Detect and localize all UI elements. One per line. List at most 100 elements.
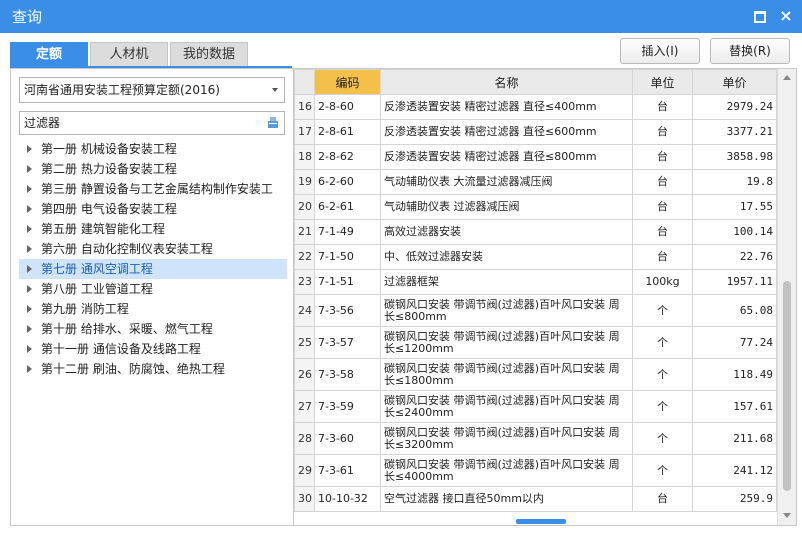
- header-code[interactable]: 编码: [314, 69, 381, 95]
- clear-filter-icon[interactable]: [266, 115, 280, 129]
- price-cell: 100.14: [692, 219, 777, 245]
- insert-button[interactable]: 插入(I): [620, 38, 700, 64]
- row-index: 16: [294, 94, 315, 120]
- price-cell: 1957.11: [692, 269, 777, 295]
- scroll-up-icon[interactable]: [783, 75, 791, 80]
- tree-item[interactable]: 第三册 静置设备与工艺金属结构制作安装工: [19, 179, 287, 199]
- tree-item[interactable]: 第五册 建筑智能化工程: [19, 219, 287, 239]
- unit-cell: 台: [632, 169, 693, 195]
- library-dropdown-value: 河南省通用安装工程预算定额(2016): [24, 83, 220, 97]
- table-row[interactable]: 25 7-3-57 碳钢风口安装 带调节阀(过滤器)百叶风口安装 周长≤1200mm…: [294, 326, 777, 359]
- tree-item-label: 第九册 消防工程: [41, 302, 129, 316]
- tree-item-label: 第十册 给排水、采暖、燃气工程: [41, 322, 213, 336]
- tree-item[interactable]: 第二册 热力设备安装工程: [19, 159, 287, 179]
- row-index: 21: [294, 219, 315, 245]
- expand-arrow-icon[interactable]: [27, 225, 32, 233]
- expand-arrow-icon[interactable]: [27, 365, 32, 373]
- table-row[interactable]: 17 2-8-61 反渗透装置安装 精密过滤器 直径≤600mm 台 3377.21: [294, 119, 777, 145]
- code-cell: 7-1-51: [314, 269, 381, 295]
- window-title: 查询: [12, 8, 43, 26]
- tree-item[interactable]: 第七册 通风空调工程: [19, 259, 287, 279]
- code-cell: 7-1-50: [314, 244, 381, 270]
- unit-cell: 台: [632, 94, 693, 120]
- tree-item[interactable]: 第十一册 通信设备及线路工程: [19, 339, 287, 359]
- header-index: [294, 69, 315, 95]
- unit-cell: 台: [632, 194, 693, 220]
- tree-item[interactable]: 第十册 给排水、采暖、燃气工程: [19, 319, 287, 339]
- chevron-down-icon[interactable]: [272, 88, 278, 92]
- tree-item-label: 第一册 机械设备安装工程: [41, 142, 177, 156]
- scroll-thumb[interactable]: [783, 281, 791, 491]
- tree-item-label: 第十二册 刷油、防腐蚀、绝热工程: [41, 362, 225, 376]
- expand-arrow-icon[interactable]: [27, 145, 32, 153]
- name-cell: 碳钢风口安装 带调节阀(过滤器)百叶风口安装 周长≤3200mm: [380, 422, 633, 455]
- name-cell: 反渗透装置安装 精密过滤器 直径≤800mm: [380, 144, 633, 170]
- row-index: 23: [294, 269, 315, 295]
- unit-cell: 台: [632, 244, 693, 270]
- header-unit[interactable]: 单位: [632, 69, 693, 95]
- table-row[interactable]: 21 7-1-49 高效过滤器安装台 100.14: [294, 219, 777, 245]
- expand-arrow-icon[interactable]: [27, 345, 32, 353]
- name-cell: 高效过滤器安装: [380, 219, 633, 245]
- library-dropdown[interactable]: 河南省通用安装工程预算定额(2016): [19, 77, 285, 103]
- table-row[interactable]: 26 7-3-58 碳钢风口安装 带调节阀(过滤器)百叶风口安装 周长≤1800mm…: [294, 358, 777, 391]
- header-price[interactable]: 单价: [692, 69, 777, 95]
- price-cell: 259.9: [692, 486, 777, 512]
- expand-arrow-icon[interactable]: [27, 165, 32, 173]
- tree-item[interactable]: 第九册 消防工程: [19, 299, 287, 319]
- expand-arrow-icon[interactable]: [27, 245, 32, 253]
- table-row[interactable]: 28 7-3-60 碳钢风口安装 带调节阀(过滤器)百叶风口安装 周长≤3200mm…: [294, 422, 777, 455]
- unit-cell: 个: [632, 358, 693, 391]
- table-row[interactable]: 20 6-2-61 气动辅助仪表 过滤器减压阀台 17.55: [294, 194, 777, 220]
- table-row[interactable]: 23 7-1-51 过滤器框架 100kg 1957.11: [294, 269, 777, 295]
- row-index: 27: [294, 390, 315, 423]
- expand-arrow-icon[interactable]: [27, 185, 32, 193]
- maximize-icon[interactable]: [750, 6, 770, 26]
- header-name[interactable]: 名称: [380, 69, 633, 95]
- tree-item[interactable]: 第四册 电气设备安装工程: [19, 199, 287, 219]
- tree-item-label: 第四册 电气设备安装工程: [41, 202, 177, 216]
- price-cell: 118.49: [692, 358, 777, 391]
- table-row[interactable]: 22 7-1-50 中、低效过滤器安装台 22.76: [294, 244, 777, 270]
- tree-item[interactable]: 第六册 自动化控制仪表安装工程: [19, 239, 287, 259]
- table-row[interactable]: 24 7-3-56 碳钢风口安装 带调节阀(过滤器)百叶风口安装 周长≤800mm 个…: [294, 294, 777, 327]
- table-row[interactable]: 19 6-2-60 气动辅助仪表 大流量过滤器减压阀台 19.8: [294, 169, 777, 195]
- name-cell: 碳钢风口安装 带调节阀(过滤器)百叶风口安装 周长≤2400mm: [380, 390, 633, 423]
- chapter-tree: 第一册 机械设备安装工程第二册 热力设备安装工程 第三册 静置设备与工艺金属结构制…: [19, 139, 287, 379]
- close-icon[interactable]: ×: [776, 6, 796, 26]
- expand-arrow-icon[interactable]: [27, 285, 32, 293]
- tree-item[interactable]: 第十二册 刷油、防腐蚀、绝热工程: [19, 359, 287, 379]
- row-index: 29: [294, 454, 315, 487]
- tab-labor-material-machine[interactable]: 人材机: [90, 42, 168, 66]
- code-cell: 7-3-61: [314, 454, 381, 487]
- scroll-down-icon[interactable]: [783, 513, 791, 518]
- table-row[interactable]: 16 2-8-60 反渗透装置安装 精密过滤器 直径≤400mm 台 2979.24: [294, 94, 777, 120]
- expand-arrow-icon[interactable]: [27, 205, 32, 213]
- expand-arrow-icon[interactable]: [27, 265, 32, 273]
- tree-item[interactable]: 第一册 机械设备安装工程: [19, 139, 287, 159]
- tree-item[interactable]: 第八册 工业管道工程: [19, 279, 287, 299]
- expand-arrow-icon[interactable]: [27, 305, 32, 313]
- tree-item-label: 第五册 建筑智能化工程: [41, 222, 165, 236]
- table-row[interactable]: 30 10-10-32 空气过滤器 接口直径50mm以内台 259.9: [294, 486, 777, 512]
- replace-button[interactable]: 替换(R): [710, 38, 790, 64]
- table-row[interactable]: 27 7-3-59 碳钢风口安装 带调节阀(过滤器)百叶风口安装 周长≤2400mm…: [294, 390, 777, 423]
- row-index: 22: [294, 244, 315, 270]
- expand-arrow-icon[interactable]: [27, 325, 32, 333]
- table-row[interactable]: 18 2-8-62 反渗透装置安装 精密过滤器 直径≤800mm 台 3858.98: [294, 144, 777, 170]
- code-cell: 2-8-61: [314, 119, 381, 145]
- tab-my-data[interactable]: 我的数据: [170, 42, 248, 66]
- vertical-scrollbar[interactable]: [777, 69, 796, 525]
- code-cell: 7-3-59: [314, 390, 381, 423]
- tree-item-label: 第六册 自动化控制仪表安装工程: [41, 242, 213, 256]
- price-cell: 157.61: [692, 390, 777, 423]
- name-cell: 气动辅助仪表 大流量过滤器减压阀: [380, 169, 633, 195]
- title-bar: 查询 ×: [0, 0, 802, 33]
- table-row[interactable]: 29 7-3-61 碳钢风口安装 带调节阀(过滤器)百叶风口安装 周长≤4000mm…: [294, 454, 777, 487]
- tab-quota[interactable]: 定额: [10, 42, 88, 66]
- row-index: 28: [294, 422, 315, 455]
- search-input[interactable]: 过滤器: [19, 111, 285, 135]
- unit-cell: 台: [632, 219, 693, 245]
- splitter-handle[interactable]: [516, 519, 566, 524]
- price-cell: 77.24: [692, 326, 777, 359]
